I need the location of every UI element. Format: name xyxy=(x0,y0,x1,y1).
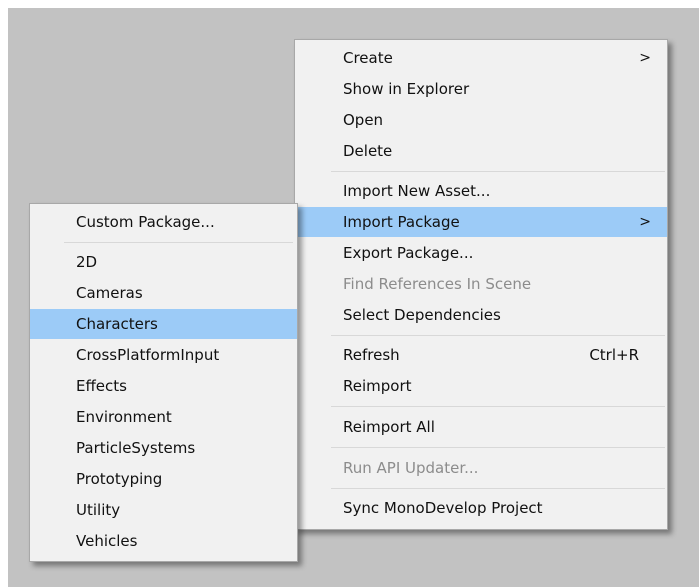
menu-item-import-package[interactable]: Import Package > xyxy=(295,207,667,237)
menu-item-label: Reimport xyxy=(343,377,412,395)
submenu-arrow-icon: > xyxy=(639,50,651,66)
menu-item-delete[interactable]: Delete xyxy=(295,136,667,166)
submenu-item-vehicles[interactable]: Vehicles xyxy=(30,526,297,556)
menu-item-label: Open xyxy=(343,111,384,129)
menu-item-label: Find References In Scene xyxy=(343,275,532,293)
submenu-item-prototyping[interactable]: Prototyping xyxy=(30,464,297,494)
menu-separator xyxy=(331,447,665,448)
submenu-item-2d[interactable]: 2D xyxy=(30,247,297,277)
menu-item-label: Environment xyxy=(76,408,172,426)
menu-item-reimport-all[interactable]: Reimport All xyxy=(295,412,667,442)
menu-item-label: CrossPlatformInput xyxy=(76,346,220,364)
menu-item-label: Vehicles xyxy=(76,532,138,550)
submenu-item-cameras[interactable]: Cameras xyxy=(30,278,297,308)
shortcut-label: Ctrl+R xyxy=(589,346,639,364)
menu-item-label: Effects xyxy=(76,377,127,395)
menu-separator xyxy=(331,488,665,489)
menu-item-select-dependencies[interactable]: Select Dependencies xyxy=(295,300,667,330)
menu-separator xyxy=(331,171,665,172)
menu-item-export-package[interactable]: Export Package... xyxy=(295,238,667,268)
submenu-item-effects[interactable]: Effects xyxy=(30,371,297,401)
menu-item-label: ParticleSystems xyxy=(76,439,196,457)
menu-item-label: Utility xyxy=(76,501,121,519)
menu-item-label: Reimport All xyxy=(343,418,435,436)
menu-item-label: Delete xyxy=(343,142,393,160)
menu-item-create[interactable]: Create > xyxy=(295,43,667,73)
menu-item-label: 2D xyxy=(76,253,98,271)
submenu-item-crossplatforminput[interactable]: CrossPlatformInput xyxy=(30,340,297,370)
menu-item-label: Create xyxy=(343,49,393,67)
menu-item-label: Import Package xyxy=(343,213,460,231)
menu-item-open[interactable]: Open xyxy=(295,105,667,135)
submenu-item-utility[interactable]: Utility xyxy=(30,495,297,525)
menu-separator xyxy=(64,242,293,243)
menu-item-find-references: Find References In Scene xyxy=(295,269,667,299)
menu-item-import-new-asset[interactable]: Import New Asset... xyxy=(295,176,667,206)
menu-item-label: Custom Package... xyxy=(76,213,215,231)
submenu-arrow-icon: > xyxy=(639,214,651,230)
submenu-item-environment[interactable]: Environment xyxy=(30,402,297,432)
import-package-submenu: Custom Package... 2D Cameras Characters … xyxy=(29,203,298,562)
menu-separator xyxy=(331,406,665,407)
menu-item-label: Cameras xyxy=(76,284,143,302)
menu-item-run-api-updater: Run API Updater... xyxy=(295,453,667,483)
menu-item-label: Show in Explorer xyxy=(343,80,470,98)
menu-item-label: Export Package... xyxy=(343,244,474,262)
menu-item-reimport[interactable]: Reimport xyxy=(295,371,667,401)
menu-item-label: Characters xyxy=(76,315,158,333)
menu-item-sync-monodevelop[interactable]: Sync MonoDevelop Project xyxy=(295,493,667,523)
context-menu: Create > Show in Explorer Open Delete Im… xyxy=(294,39,668,530)
menu-item-label: Import New Asset... xyxy=(343,182,491,200)
submenu-item-particlesystems[interactable]: ParticleSystems xyxy=(30,433,297,463)
menu-item-refresh[interactable]: Refresh Ctrl+R xyxy=(295,340,667,370)
menu-item-show-in-explorer[interactable]: Show in Explorer xyxy=(295,74,667,104)
menu-item-label: Sync MonoDevelop Project xyxy=(343,499,543,517)
menu-item-label: Refresh xyxy=(343,346,400,364)
menu-item-label: Prototyping xyxy=(76,470,163,488)
menu-item-label: Select Dependencies xyxy=(343,306,501,324)
menu-item-label: Run API Updater... xyxy=(343,459,479,477)
submenu-item-custom-package[interactable]: Custom Package... xyxy=(30,207,297,237)
submenu-item-characters[interactable]: Characters xyxy=(30,309,297,339)
menu-separator xyxy=(331,335,665,336)
